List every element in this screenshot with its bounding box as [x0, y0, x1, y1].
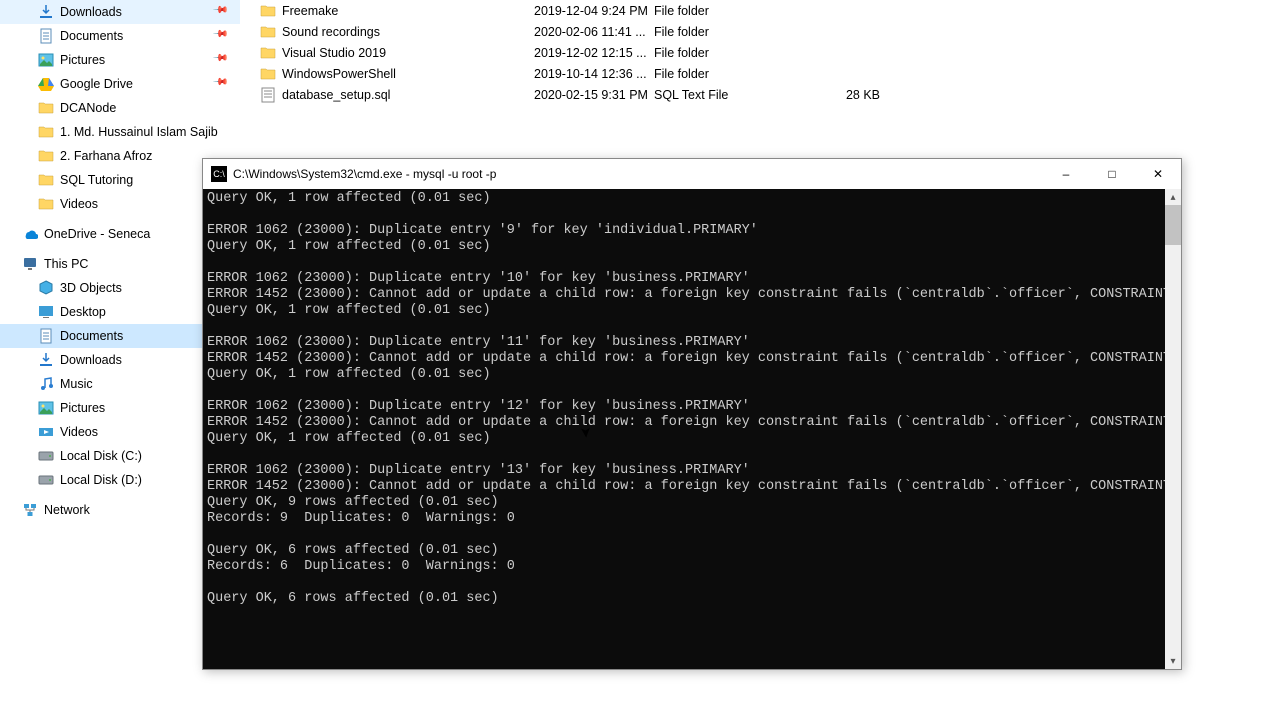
pin-icon: 📌	[211, 50, 228, 67]
folder-icon	[260, 45, 276, 61]
sidebar-item-documents[interactable]: Documents 📌	[0, 24, 240, 48]
network-icon	[22, 502, 38, 518]
sidebar-item-label: SQL Tutoring	[60, 173, 133, 187]
sidebar-item-label: 3D Objects	[60, 281, 122, 295]
minimize-button[interactable]: –	[1043, 159, 1089, 189]
folder-icon	[38, 124, 54, 140]
cmd-titlebar[interactable]: C:\ C:\Windows\System32\cmd.exe - mysql …	[203, 159, 1181, 189]
download-icon	[38, 4, 54, 20]
file-date: 2019-12-04 9:24 PM	[534, 4, 654, 18]
scroll-up-arrow-icon[interactable]: ▴	[1165, 189, 1181, 205]
file-type: File folder	[654, 4, 810, 18]
explorer-file-list: Freemake2019-12-04 9:24 PMFile folderSou…	[252, 0, 1262, 105]
3d-icon	[38, 280, 54, 296]
sidebar-item-label: 1. Md. Hussainul Islam Sajib	[60, 125, 218, 139]
cmd-output[interactable]: Query OK, 1 row affected (0.01 sec) ERRO…	[203, 189, 1165, 669]
scroll-thumb[interactable]	[1165, 205, 1181, 245]
pin-icon: 📌	[211, 2, 228, 19]
file-date: 2019-10-14 12:36 ...	[534, 67, 654, 81]
picture-icon	[38, 52, 54, 68]
folder-icon	[260, 24, 276, 40]
sidebar-item-label: Network	[44, 503, 90, 517]
sidebar-item-label: Pictures	[60, 53, 105, 67]
sidebar-item-label: DCANode	[60, 101, 116, 115]
pin-icon: 📌	[211, 26, 228, 43]
sidebar-item-label: Music	[60, 377, 93, 391]
close-button[interactable]: ✕	[1135, 159, 1181, 189]
sidebar-item-label: Google Drive	[60, 77, 133, 91]
sidebar-item-google-drive[interactable]: Google Drive 📌	[0, 72, 240, 96]
sidebar-item-label: OneDrive - Seneca	[44, 227, 150, 241]
picture-icon	[38, 400, 54, 416]
music-icon	[38, 376, 54, 392]
sidebar-item-label: Videos	[60, 425, 98, 439]
sidebar-item-label: Videos	[60, 197, 98, 211]
maximize-button[interactable]: □	[1089, 159, 1135, 189]
file-type: File folder	[654, 67, 810, 81]
folder-icon	[38, 100, 54, 116]
file-date: 2020-02-06 11:41 ...	[534, 25, 654, 39]
scroll-down-arrow-icon[interactable]: ▾	[1165, 653, 1181, 669]
sidebar-item-label: This PC	[44, 257, 88, 271]
pc-icon	[22, 256, 38, 272]
sidebar-item-pictures[interactable]: Pictures 📌	[0, 48, 240, 72]
file-name: Sound recordings	[282, 25, 534, 39]
sidebar-item-label: 2. Farhana Afroz	[60, 149, 152, 163]
sqlfile-icon	[260, 87, 276, 103]
file-row[interactable]: Sound recordings2020-02-06 11:41 ...File…	[252, 21, 1262, 42]
sidebar-item-dcanode[interactable]: DCANode	[0, 96, 240, 120]
file-name: Freemake	[282, 4, 534, 18]
cmd-icon: C:\	[211, 166, 227, 182]
disk-icon	[38, 472, 54, 488]
folder-icon	[38, 196, 54, 212]
folder-icon	[260, 3, 276, 19]
onedrive-icon	[22, 226, 38, 242]
gdrive-icon	[38, 76, 54, 92]
sidebar-item-1-md-hussainul-islam-sajib[interactable]: 1. Md. Hussainul Islam Sajib	[0, 120, 240, 144]
sidebar-item-label: Local Disk (D:)	[60, 473, 142, 487]
file-type: File folder	[654, 46, 810, 60]
desktop-icon	[38, 304, 54, 320]
file-row[interactable]: Visual Studio 20192019-12-02 12:15 ...Fi…	[252, 42, 1262, 63]
file-name: database_setup.sql	[282, 88, 534, 102]
sidebar-item-downloads[interactable]: Downloads 📌	[0, 0, 240, 24]
sidebar-item-label: Downloads	[60, 353, 122, 367]
file-date: 2019-12-02 12:15 ...	[534, 46, 654, 60]
sidebar-item-label: Documents	[60, 329, 123, 343]
file-row[interactable]: WindowsPowerShell2019-10-14 12:36 ...Fil…	[252, 63, 1262, 84]
document-icon	[38, 328, 54, 344]
sidebar-item-label: Downloads	[60, 5, 122, 19]
file-name: WindowsPowerShell	[282, 67, 534, 81]
file-date: 2020-02-15 9:31 PM	[534, 88, 654, 102]
cmd-title-text: C:\Windows\System32\cmd.exe - mysql -u r…	[233, 167, 1043, 181]
download-icon	[38, 352, 54, 368]
cmd-window: C:\ C:\Windows\System32\cmd.exe - mysql …	[202, 158, 1182, 670]
file-row[interactable]: database_setup.sql2020-02-15 9:31 PMSQL …	[252, 84, 1262, 105]
file-type: SQL Text File	[654, 88, 810, 102]
sidebar-item-label: Pictures	[60, 401, 105, 415]
folder-icon	[38, 172, 54, 188]
disk-icon	[38, 448, 54, 464]
folder-icon	[38, 148, 54, 164]
cmd-scrollbar[interactable]: ▴ ▾	[1165, 189, 1181, 669]
file-size: 28 KB	[810, 88, 880, 102]
file-type: File folder	[654, 25, 810, 39]
pin-icon: 📌	[211, 74, 228, 91]
sidebar-item-label: Documents	[60, 29, 123, 43]
file-row[interactable]: Freemake2019-12-04 9:24 PMFile folder	[252, 0, 1262, 21]
video-icon	[38, 424, 54, 440]
file-name: Visual Studio 2019	[282, 46, 534, 60]
sidebar-item-label: Local Disk (C:)	[60, 449, 142, 463]
folder-icon	[260, 66, 276, 82]
document-icon	[38, 28, 54, 44]
sidebar-item-label: Desktop	[60, 305, 106, 319]
